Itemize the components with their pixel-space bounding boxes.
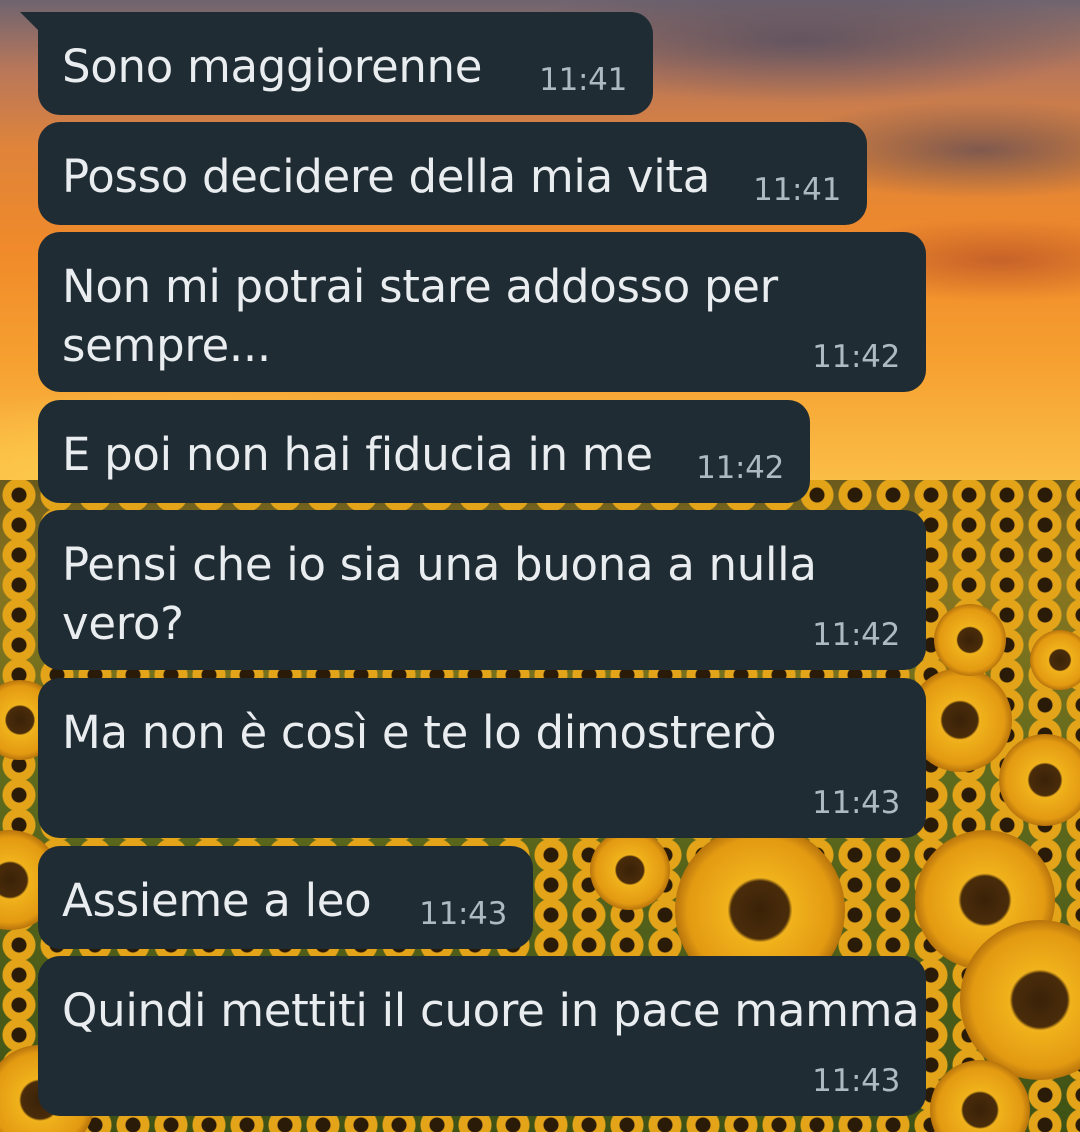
message-text: Sono maggiorenne — [62, 40, 483, 93]
message-text: Quindi mettiti il cuore in pace mamma — [62, 984, 920, 1037]
message-list[interactable]: Sono maggiorenne 11:41 Posso decidere de… — [0, 0, 1080, 1132]
message-text: Pensi che io sia una buona a nulla vero? — [62, 538, 817, 650]
message-bubble[interactable]: Pensi che io sia una buona a nulla vero?… — [38, 510, 926, 670]
message-text: E poi non hai fiducia in me — [62, 428, 653, 481]
message-bubble[interactable]: Assieme a leo 11:43 — [38, 846, 533, 949]
message-time: 11:43 — [419, 896, 507, 932]
message-text: Ma non è così e te lo dimostrerò — [62, 706, 777, 759]
message-time: 11:42 — [812, 339, 900, 375]
message-time: 11:43 — [812, 1063, 900, 1099]
message-bubble[interactable]: Ma non è così e te lo dimostrerò 11:43 — [38, 678, 926, 838]
message-bubble[interactable]: Sono maggiorenne 11:41 — [20, 12, 653, 115]
message-bubble[interactable]: E poi non hai fiducia in me 11:42 — [38, 400, 810, 503]
message-text: Assieme a leo — [62, 874, 372, 927]
message-time: 11:43 — [812, 785, 900, 821]
message-time: 11:42 — [812, 617, 900, 653]
message-bubble[interactable]: Posso decidere della mia vita 11:41 — [38, 122, 867, 225]
message-bubble[interactable]: Non mi potrai stare addosso per sempre..… — [38, 232, 926, 392]
message-time: 11:41 — [539, 62, 627, 98]
message-text: Posso decidere della mia vita — [62, 150, 711, 203]
message-text: Non mi potrai stare addosso per sempre..… — [62, 260, 778, 372]
bubble-tail — [20, 12, 42, 34]
message-time: 11:42 — [696, 450, 784, 486]
message-time: 11:41 — [753, 172, 841, 208]
message-bubble[interactable]: Quindi mettiti il cuore in pace mamma 11… — [38, 956, 926, 1116]
